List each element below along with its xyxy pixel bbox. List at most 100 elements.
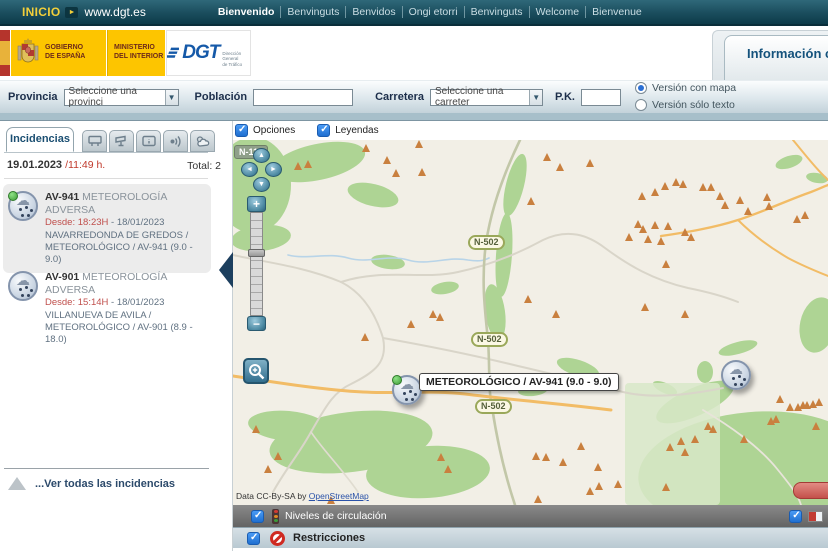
road-shield-n502: N-502	[475, 399, 512, 414]
pan-up-button[interactable]: ▲	[253, 148, 270, 163]
incident-code: AV-941	[45, 191, 79, 203]
adverse-weather-marker-icon: ☁	[8, 271, 38, 301]
welcome-link[interactable]: Benvidos	[346, 6, 402, 18]
inicio-link[interactable]: INICIO	[22, 5, 60, 19]
dgt-mark-icon	[167, 44, 179, 62]
header: GOBIERNO DE ESPAÑA MINISTERIO DEL INTERI…	[0, 26, 828, 80]
welcome-link[interactable]: Benvinguts	[465, 6, 530, 18]
opciones-checkbox[interactable]	[235, 124, 248, 137]
incident-start-date: - 18/01/2023	[111, 297, 164, 308]
partial-red-badge[interactable]	[793, 482, 828, 499]
provincia-select[interactable]: Seleccione una provinci ▼	[64, 89, 179, 106]
incident-location: NAVARREDONDA DE GREDOS /	[45, 230, 207, 242]
openstreetmap-link[interactable]: OpenStreetMap	[309, 491, 369, 501]
welcome-link[interactable]: Ongi etorri	[403, 6, 465, 18]
magnifier-icon	[247, 362, 265, 380]
no-entry-icon	[270, 531, 285, 546]
date-row: 19.01.2023 /11:49 h. Total: 2	[7, 159, 225, 171]
divider	[4, 152, 208, 153]
restricciones-checkbox[interactable]	[247, 532, 260, 545]
weather-icon	[195, 135, 210, 148]
radio-waves-icon	[169, 135, 183, 148]
welcome-link[interactable]: Bienvenue	[586, 6, 648, 18]
welcome-links: BienvenidoBenvingutsBenvidosOngi etorriB…	[212, 6, 648, 18]
dgt-wordmark: DGT	[182, 42, 219, 63]
tab-incidencias[interactable]: Incidencias	[6, 127, 74, 152]
pk-input[interactable]	[581, 89, 621, 106]
separator-band	[0, 113, 828, 121]
map-canvas[interactable]	[233, 140, 828, 505]
pan-left-button[interactable]: ◄	[241, 162, 258, 177]
cctv-camera-icon	[115, 135, 129, 148]
incident-item-av901[interactable]: ☁ AV-901 METEOROLOGÍA ADVERSA Desde: 15:…	[3, 264, 211, 353]
divider	[4, 178, 208, 179]
map-attribution: Data CC-By-SA by OpenStreetMap	[236, 491, 369, 501]
traffic-levels-bar: Niveles de circulación Info sensore	[233, 505, 828, 527]
zoom-in-button[interactable]: +	[247, 196, 266, 212]
tab-panels-button[interactable]	[82, 130, 107, 152]
zoom-box-button[interactable]	[243, 358, 269, 384]
tab-radio-button[interactable]	[163, 130, 188, 152]
map-pan-control: ▲ ◄ ► ▼	[240, 148, 284, 198]
welcome-link[interactable]: Bienvenido	[212, 6, 282, 18]
map-tooltip: METEOROLÓGICO / AV-941 (9.0 - 9.0)	[419, 373, 619, 391]
leyendas-checkbox[interactable]	[317, 124, 330, 137]
version-map-radio[interactable]	[635, 82, 647, 94]
report-time: /11:49 h.	[65, 159, 105, 171]
triangle-icon	[8, 477, 26, 490]
carretera-select[interactable]: Seleccione una carreter ▼	[430, 89, 543, 106]
total-count: Total: 2	[187, 160, 221, 172]
niveles-checkbox[interactable]	[251, 510, 264, 523]
tab-weather-button[interactable]	[190, 130, 215, 152]
map-marker-av941[interactable]: ☁	[392, 375, 422, 405]
opciones-label: Opciones	[253, 125, 295, 136]
incident-detail: METEOROLÓGICO / AV-941 (9.0 - 9.0)	[45, 242, 207, 267]
map-options-row: Opciones Leyendas	[233, 121, 828, 140]
zoom-slider-handle[interactable]	[248, 249, 265, 257]
chevron-down-icon: ▼	[165, 90, 178, 105]
divider	[4, 468, 209, 469]
restricciones-label: Restricciones	[293, 532, 365, 544]
map-viewport[interactable]: N-110 N-502 N-502 N-502 ▲ ◄ ► ▼ + −	[233, 140, 828, 505]
collapse-sidebar-arrow[interactable]	[219, 252, 233, 288]
incident-item-av941[interactable]: ☁ AV-941 METEOROLOGÍA ADVERSA Desde: 18:…	[3, 184, 211, 273]
version-text-label: Versión sólo texto	[652, 99, 735, 111]
active-status-dot	[8, 191, 18, 201]
poblacion-input[interactable]	[253, 89, 353, 106]
dgt-logo[interactable]: DGT Dirección General de Tráfico	[166, 30, 251, 76]
incident-detail: METEOROLÓGICO / AV-901 (8.9 - 18.0)	[45, 322, 207, 347]
traffic-levels-icon	[272, 509, 279, 524]
map-marker-av901[interactable]: ☁	[721, 360, 751, 390]
info-sensores-checkbox[interactable]	[789, 510, 802, 523]
map-area: Opciones Leyendas	[233, 121, 828, 551]
welcome-link[interactable]: Welcome	[530, 6, 587, 18]
road-shield-n502: N-502	[471, 332, 508, 347]
zoom-slider-track[interactable]	[250, 212, 263, 316]
road-shield-n502: N-502	[468, 235, 505, 250]
restrictions-bar: Restricciones	[233, 527, 828, 548]
tab-cameras-button[interactable]	[109, 130, 134, 152]
gobierno-text: GOBIERNO DE ESPAÑA	[45, 44, 85, 62]
dgt-url-link[interactable]: www.dgt.es	[84, 5, 145, 19]
tab-informacion-carreteras[interactable]: Información c	[724, 35, 828, 80]
welcome-link[interactable]: Benvinguts	[281, 6, 346, 18]
tab-info-panels-button[interactable]	[136, 130, 161, 152]
leyendas-label: Leyendas	[335, 125, 378, 136]
incident-start-date: - 18/01/2023	[111, 217, 164, 228]
pan-right-button[interactable]: ►	[265, 162, 282, 177]
incident-start-time: 15:14H	[78, 297, 109, 308]
incident-code: AV-901	[45, 271, 79, 283]
see-all-incidents[interactable]: ...Ver todas las incidencias	[8, 477, 175, 490]
provincia-label: Provincia	[8, 91, 58, 103]
zoom-out-button[interactable]: −	[247, 316, 266, 331]
chevron-down-icon: ▼	[529, 90, 542, 105]
filter-bar: Provincia Seleccione una provinci ▼ Pobl…	[0, 80, 828, 113]
map-zoom-control: + −	[247, 196, 267, 331]
sensor-panel-icon	[808, 511, 823, 522]
pk-label: P.K.	[555, 91, 575, 103]
pan-down-button[interactable]: ▼	[253, 177, 270, 192]
version-text-radio[interactable]	[635, 99, 647, 111]
coat-of-arms-icon	[15, 38, 41, 68]
incident-location: VILLANUEVA DE AVILA /	[45, 310, 207, 322]
niveles-label: Niveles de circulación	[285, 510, 387, 522]
